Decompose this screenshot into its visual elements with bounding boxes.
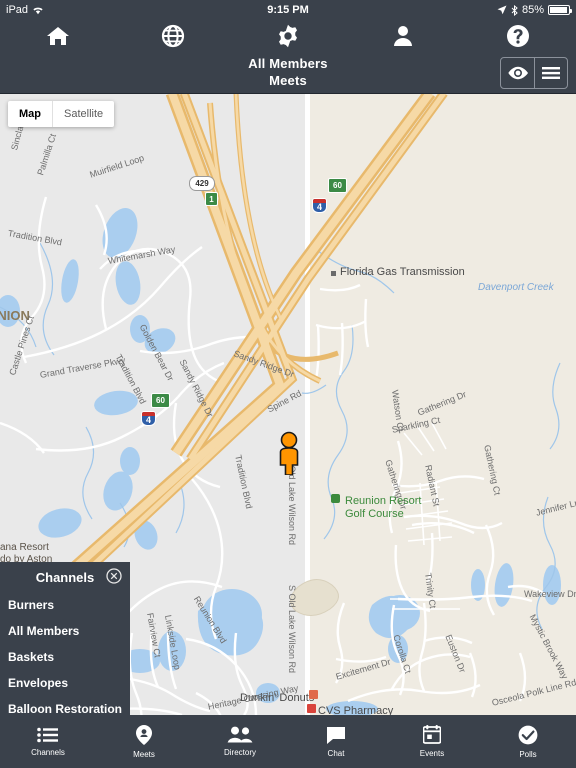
highway-shield: 60: [328, 178, 347, 193]
status-bar-time: 9:15 PM: [267, 4, 309, 16]
highway-shield: 60: [151, 393, 170, 408]
help-icon[interactable]: [461, 20, 576, 52]
page-subtitle: Meets: [269, 73, 307, 88]
close-icon[interactable]: [106, 568, 122, 589]
battery-icon: [548, 5, 572, 15]
tab-label-directory: Directory: [223, 748, 256, 757]
bluetooth-icon: [511, 4, 518, 16]
channel-item-all-members[interactable]: All Members: [0, 618, 130, 644]
channel-item-baskets[interactable]: Baskets: [0, 644, 130, 670]
poi-marker-golf[interactable]: [331, 494, 340, 503]
channels-header: Channels: [0, 562, 130, 592]
tab-channels[interactable]: Channels: [0, 715, 96, 768]
poi-marker-dunkin[interactable]: [309, 690, 318, 699]
globe-icon[interactable]: [115, 20, 230, 52]
tab-polls[interactable]: Polls: [480, 715, 576, 768]
calendar-icon: [422, 725, 442, 746]
map-pin-icon: [136, 724, 152, 747]
person-marker[interactable]: [276, 431, 302, 480]
tab-label-meets: Meets: [133, 749, 155, 759]
tab-label-channels: Channels: [31, 747, 65, 757]
status-bar: iPad 9:15 PM 85%: [0, 0, 576, 20]
page-title: All Members: [248, 56, 328, 71]
title-block: All Members Meets: [0, 55, 576, 89]
gear-icon[interactable]: [230, 20, 345, 52]
home-icon[interactable]: [0, 20, 115, 52]
toggle-divider: [534, 58, 535, 88]
highway-shield: 4: [312, 198, 327, 213]
map-type-toggle: Map Satellite: [8, 101, 115, 127]
tab-chat[interactable]: Chat: [288, 715, 384, 768]
poi-marker-cvs[interactable]: [307, 704, 316, 713]
highway-shield: 4: [141, 411, 156, 426]
tab-label-chat: Chat: [327, 748, 345, 758]
channel-item-envelopes[interactable]: Envelopes: [0, 670, 130, 696]
map-type-satellite[interactable]: Satellite: [53, 101, 114, 127]
check-circle-icon: [518, 725, 538, 747]
top-icon-bar: [0, 20, 576, 52]
highway-shield: 1: [205, 192, 218, 206]
battery-percent: 85%: [521, 4, 544, 16]
channel-item-burners[interactable]: Burners: [0, 592, 130, 618]
people-icon: [227, 726, 253, 745]
chat-bubble-icon: [326, 726, 346, 746]
tab-events[interactable]: Events: [384, 715, 480, 768]
channels-panel: Channels Burners All Members Baskets Env…: [0, 562, 130, 728]
person-icon[interactable]: [346, 20, 461, 52]
map-type-map[interactable]: Map: [8, 101, 52, 127]
tab-label-events: Events: [419, 749, 445, 758]
bottom-tab-bar: Channels Meets Directory Chat Events Pol…: [0, 715, 576, 768]
eye-icon[interactable]: [501, 58, 534, 88]
view-toggle-group: [500, 57, 568, 89]
poi-marker-gas[interactable]: [331, 271, 336, 276]
location-arrow-icon: [497, 5, 507, 15]
title-bar: All Members Meets: [0, 52, 576, 94]
highway-shield: 429: [189, 176, 215, 191]
status-bar-right: 85%: [497, 4, 572, 16]
tab-label-polls: Polls: [519, 749, 537, 759]
app-root: iPad 9:15 PM 85% All Members Meets Map S…: [0, 0, 576, 768]
hamburger-menu-icon[interactable]: [534, 58, 567, 88]
tab-meets[interactable]: Meets: [96, 715, 192, 768]
list-icon: [37, 727, 59, 745]
tab-directory[interactable]: Directory: [192, 715, 288, 768]
channels-title: Channels: [35, 569, 95, 585]
